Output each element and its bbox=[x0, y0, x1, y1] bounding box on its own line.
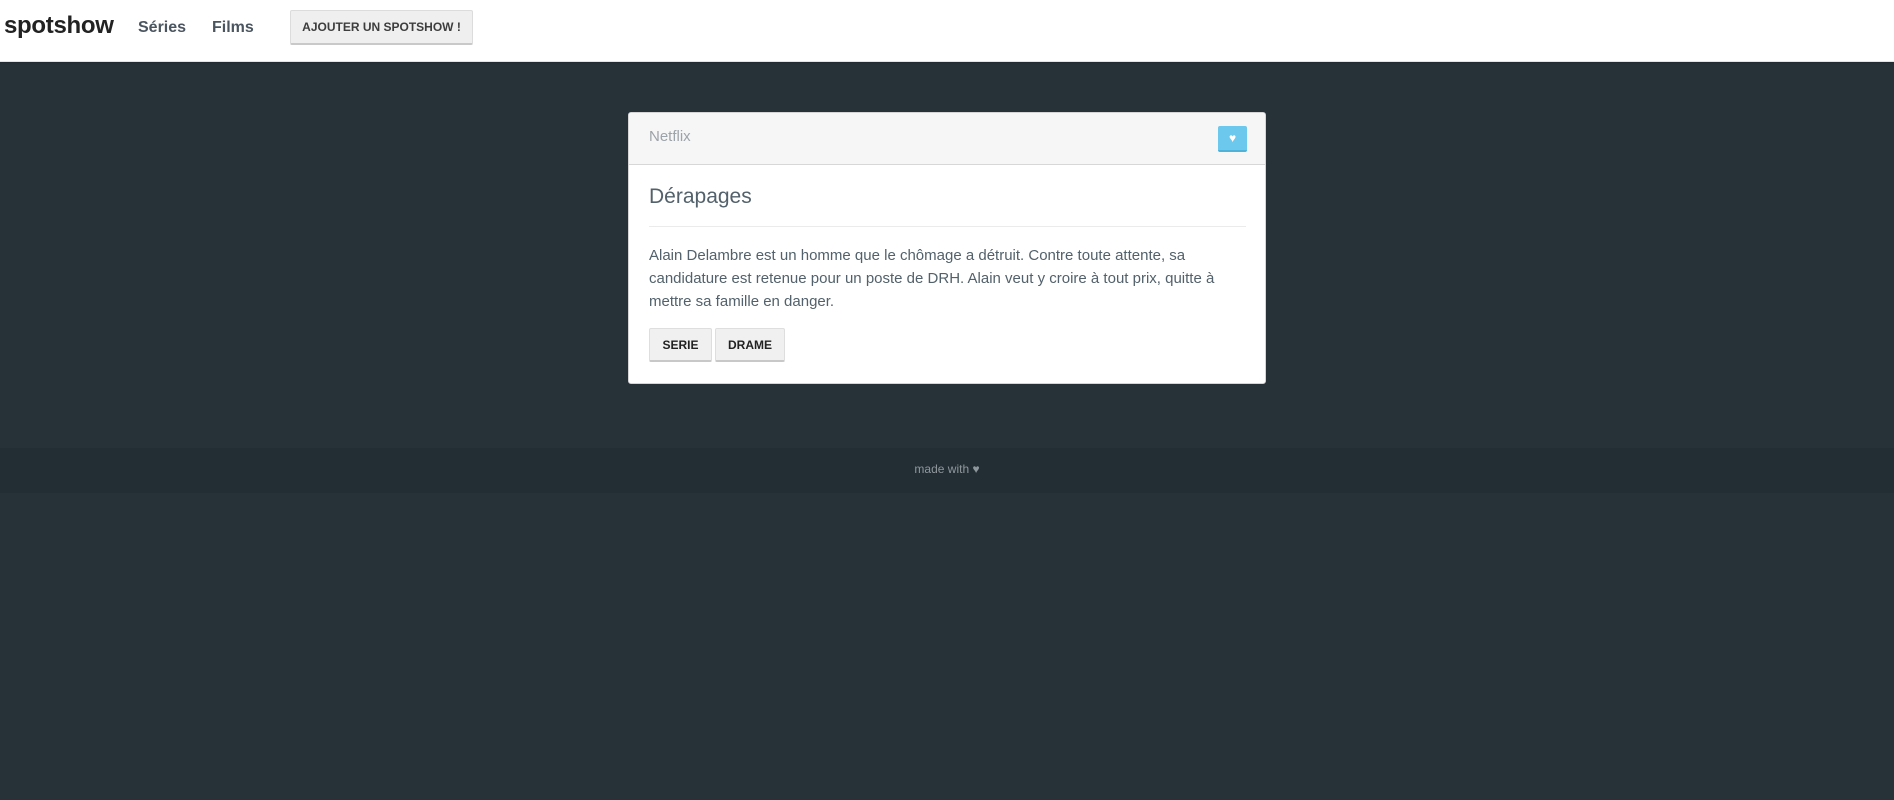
add-spotshow-button[interactable]: AJOUTER UN SPOTSHOW ! bbox=[290, 10, 473, 45]
brand-logo[interactable]: spotshow bbox=[4, 12, 114, 40]
show-description: Alain Delambre est un homme que le chôma… bbox=[649, 247, 1215, 310]
nav-link-series[interactable]: Séries bbox=[138, 19, 186, 37]
divider bbox=[649, 226, 1246, 227]
footer: made with ♥ bbox=[0, 448, 1894, 493]
footer-text: made with ♥ bbox=[914, 462, 980, 476]
show-card: Netflix ♥ Dérapages Alain Delambre est u… bbox=[628, 112, 1266, 384]
card-header: Netflix ♥ bbox=[629, 113, 1265, 165]
favorite-button[interactable]: ♥ bbox=[1218, 126, 1247, 152]
tag-drame[interactable]: DRAME bbox=[715, 328, 785, 362]
navbar: spotshow Séries Films AJOUTER UN SPOTSHO… bbox=[0, 0, 1894, 62]
tag-serie[interactable]: SERIE bbox=[649, 328, 712, 362]
heart-icon: ♥ bbox=[1228, 131, 1237, 145]
show-title: Dérapages bbox=[649, 185, 752, 208]
provider-label: Netflix bbox=[649, 128, 691, 145]
nav-link-films[interactable]: Films bbox=[212, 19, 254, 37]
